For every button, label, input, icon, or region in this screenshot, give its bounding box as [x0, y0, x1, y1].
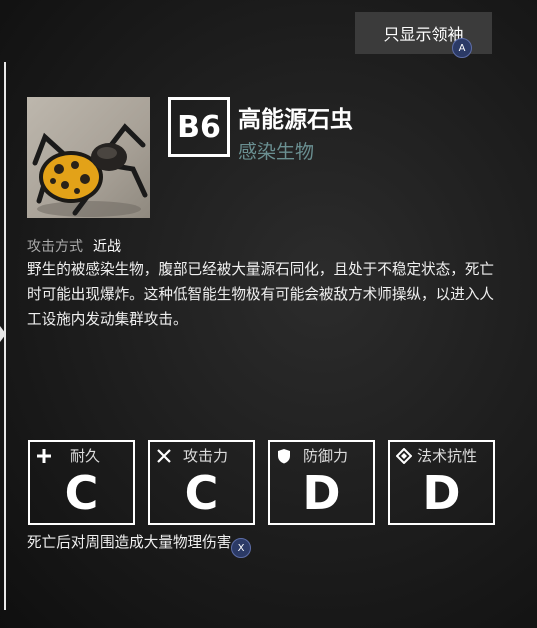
crossed-swords-icon — [155, 447, 173, 465]
enemy-trait: 死亡后对周围造成大量物理伤害 — [27, 534, 232, 551]
gamepad-x-icon: X — [231, 538, 251, 558]
gamepad-a-icon: A — [452, 38, 472, 58]
leader-only-label: 只显示领袖 — [383, 25, 464, 44]
attack-type-label: 攻击方式 — [27, 239, 83, 255]
plus-icon — [35, 447, 53, 465]
enemy-description: 野生的被感染生物，腹部已经被大量源石同化，且处于不稳定状态，死亡时可能出现爆炸。… — [27, 261, 495, 328]
stat-label: 攻击力 — [183, 447, 229, 465]
attack-type: 攻击方式 近战 — [27, 236, 121, 256]
stat-arts-resistance: 法术抗性 D — [388, 440, 495, 525]
enemy-code-badge: B6 — [168, 97, 230, 157]
stat-grade: D — [302, 466, 341, 520]
stat-grade: C — [64, 466, 99, 520]
diamond-icon — [395, 447, 413, 465]
shield-icon — [275, 447, 293, 465]
stat-attack: 攻击力 C — [148, 440, 255, 525]
enemy-name: 高能源石虫 — [238, 107, 353, 133]
stat-label: 法术抗性 — [417, 447, 478, 465]
enemy-race: 感染生物 — [238, 141, 315, 163]
stat-defense: 防御力 D — [268, 440, 375, 525]
stat-grade: C — [184, 466, 219, 520]
enemy-portrait — [27, 97, 150, 218]
collapse-arrow-icon[interactable] — [0, 326, 6, 342]
stat-label: 耐久 — [70, 447, 101, 465]
stat-label: 防御力 — [303, 447, 349, 465]
stat-grade: D — [422, 466, 461, 520]
attack-type-value: 近战 — [93, 239, 121, 255]
stat-endurance: 耐久 C — [28, 440, 135, 525]
